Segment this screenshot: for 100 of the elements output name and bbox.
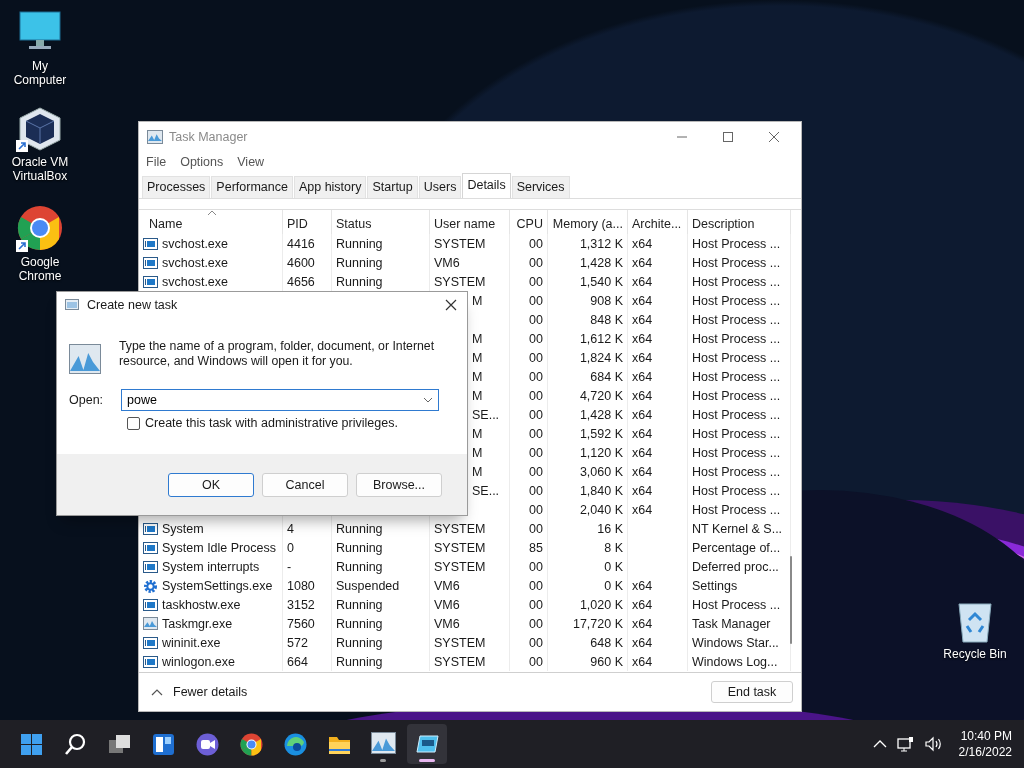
- table-cell: 17,720 K: [572, 616, 623, 631]
- table-cell: Task Manager: [692, 616, 771, 631]
- tab[interactable]: Details: [462, 173, 511, 198]
- table-cell: x64: [632, 635, 653, 650]
- checkbox-label[interactable]: Create this task with administrative privileges.: [145, 416, 398, 430]
- table-cell: 00: [529, 654, 543, 669]
- dropdown-caret-icon[interactable]: [423, 397, 433, 403]
- table-cell: 3,060 K: [579, 464, 623, 479]
- clock-date[interactable]: 2/16/2022: [958, 744, 1012, 760]
- table-cell: SYSTEM: [434, 236, 486, 251]
- table-cell: 848 K: [590, 312, 623, 327]
- process-name[interactable]: System Idle Process: [162, 540, 276, 555]
- table-cell: x64: [632, 654, 653, 669]
- process-name[interactable]: System interrupts: [162, 559, 260, 574]
- process-name[interactable]: wininit.exe: [162, 635, 221, 650]
- table-cell: x64: [632, 350, 653, 365]
- table-cell: x64: [632, 369, 653, 384]
- edge-icon: [282, 731, 308, 757]
- table-cell: 00: [529, 597, 543, 612]
- table-cell: 648 K: [590, 635, 623, 650]
- table-cell: x64: [632, 426, 653, 441]
- table-cell: 00: [529, 445, 543, 460]
- column-header[interactable]: PID: [283, 210, 332, 234]
- window-icon: [143, 635, 158, 650]
- column-header[interactable]: User name: [430, 210, 510, 234]
- table-cell: 00: [529, 255, 543, 270]
- open-combo-field[interactable]: powe: [121, 389, 439, 411]
- table-cell: Running: [336, 255, 383, 270]
- process-name[interactable]: taskhostw.exe: [162, 597, 241, 612]
- tab[interactable]: App history: [293, 176, 367, 198]
- table-cell: VM6: [434, 578, 460, 593]
- process-name[interactable]: Taskmgr.exe: [162, 616, 233, 631]
- fewer-details-link[interactable]: Fewer details: [173, 685, 248, 699]
- chart-icon: [147, 129, 163, 144]
- dialog-button[interactable]: OK: [168, 472, 254, 497]
- process-name[interactable]: System: [162, 521, 204, 536]
- menu-item[interactable]: View: [237, 154, 265, 169]
- menu-item[interactable]: File: [146, 154, 167, 169]
- menu-item[interactable]: Options: [180, 154, 224, 169]
- table-cell: 1,592 K: [579, 426, 623, 441]
- column-header[interactable]: Status: [332, 210, 430, 234]
- table-cell: 00: [529, 312, 543, 327]
- table-cell: 2,040 K: [579, 502, 623, 517]
- process-name[interactable]: svchost.exe: [162, 236, 228, 251]
- table-cell: Host Process ...: [692, 255, 781, 270]
- table-cell: 16 K: [597, 521, 623, 536]
- table-cell: x64: [632, 597, 653, 612]
- table-cell: 00: [529, 616, 543, 631]
- process-name[interactable]: winlogon.exe: [162, 654, 235, 669]
- checkbox[interactable]: [127, 416, 140, 430]
- table-cell: Host Process ...: [692, 426, 781, 441]
- process-name[interactable]: svchost.exe: [162, 255, 228, 270]
- process-name[interactable]: SystemSettings.exe: [162, 578, 273, 593]
- tab[interactable]: Performance: [211, 176, 293, 198]
- table-cell: Host Process ...: [692, 369, 781, 384]
- table-cell: 0 K: [604, 559, 623, 574]
- window-icon: [143, 274, 158, 289]
- table-cell: M: [472, 445, 483, 460]
- shortcut-arrow-icon: [16, 140, 28, 152]
- chevron-up-icon[interactable]: [151, 688, 163, 696]
- table-cell: 7560: [287, 616, 315, 631]
- table-cell: 0 K: [604, 578, 623, 593]
- shortcut-arrow-icon: [16, 240, 28, 252]
- column-header[interactable]: Memory (a...: [548, 210, 628, 234]
- dialog-button[interactable]: Cancel: [262, 472, 348, 497]
- open-label: Open:: [69, 393, 105, 407]
- gear-icon: [143, 578, 158, 593]
- table-cell: Running: [336, 559, 383, 574]
- column-header[interactable]: Description: [688, 210, 791, 234]
- table-cell: VM6: [434, 597, 460, 612]
- end-task-button[interactable]: End task: [711, 681, 793, 703]
- volume-icon[interactable]: [924, 736, 943, 752]
- window-icon: [143, 559, 158, 574]
- table-cell: 00: [529, 483, 543, 498]
- table-cell: 1,612 K: [579, 331, 623, 346]
- network-icon[interactable]: [896, 736, 915, 752]
- table-cell: Percentage of...: [692, 540, 781, 555]
- clock-time[interactable]: 10:40 PM: [960, 728, 1012, 744]
- desktop-icon-label[interactable]: Recycle Bin: [940, 647, 1010, 661]
- table-cell: 00: [529, 426, 543, 441]
- desktop-icon-label[interactable]: My Computer: [5, 59, 75, 87]
- desktop-icon-label[interactable]: Oracle VM VirtualBox: [10, 155, 70, 183]
- scrollbar-thumb[interactable]: [790, 556, 792, 644]
- tab[interactable]: Services: [511, 176, 570, 198]
- table-cell: Running: [336, 654, 383, 669]
- process-name[interactable]: svchost.exe: [162, 274, 228, 289]
- column-header[interactable]: Name: [139, 210, 283, 234]
- table-cell: 4,720 K: [579, 388, 623, 403]
- taskbar-app-button[interactable]: [407, 724, 447, 764]
- tab[interactable]: Startup: [367, 176, 418, 198]
- desktop-icon-label[interactable]: Google Chrome: [10, 255, 70, 283]
- table-cell: 960 K: [590, 654, 623, 669]
- tab[interactable]: Users: [418, 176, 462, 198]
- table-cell: x64: [632, 616, 653, 631]
- column-header[interactable]: Archite...: [628, 210, 688, 234]
- table-cell: Suspended: [336, 578, 400, 593]
- table-cell: Running: [336, 521, 383, 536]
- tab[interactable]: Processes: [142, 176, 211, 198]
- dialog-button[interactable]: Browse...: [356, 472, 442, 497]
- column-header[interactable]: CPU: [510, 210, 548, 234]
